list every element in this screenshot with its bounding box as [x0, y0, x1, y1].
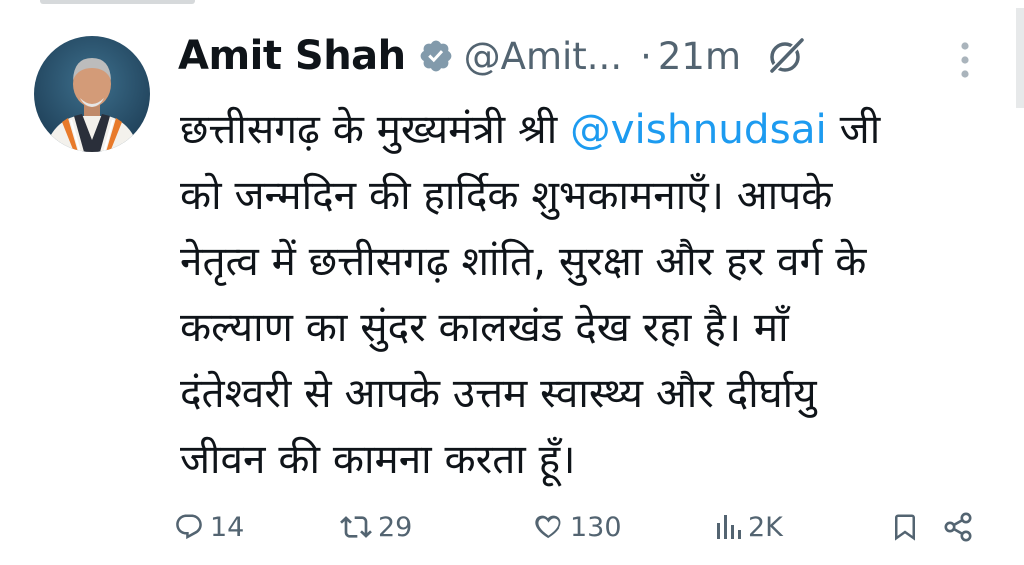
- author-handle[interactable]: @Amit...: [464, 35, 622, 78]
- more-vertical-icon[interactable]: [958, 40, 972, 80]
- repost-icon: [340, 511, 372, 543]
- tweet-line-1: छत्तीसगढ़ के मुख्यमंत्री श्री @vishnudsa…: [180, 96, 1000, 162]
- repost-button[interactable]: 29: [340, 505, 412, 549]
- bookmark-button[interactable]: [890, 505, 920, 549]
- grok-icon[interactable]: [765, 35, 807, 77]
- tweet-time[interactable]: 21m: [658, 35, 741, 78]
- tweet-line-4: कल्याण का सुंदर कालखंड देख रहा है। माँ: [180, 303, 789, 351]
- views-count: 2K: [748, 511, 783, 543]
- tweet-text: छत्तीसगढ़ के मुख्यमंत्री श्री: [180, 105, 571, 153]
- tweet-body: छत्तीसगढ़ के मुख्यमंत्री श्री @vishnudsa…: [180, 96, 1000, 492]
- share-button[interactable]: [942, 505, 974, 549]
- repost-count: 29: [378, 511, 413, 543]
- like-count: 130: [570, 511, 622, 543]
- reply-button[interactable]: 14: [174, 505, 244, 549]
- verified-badge-icon: [418, 38, 454, 74]
- views-icon: [716, 513, 742, 541]
- tweet-line-6: जीवन की कामना करता हूँ।: [180, 435, 576, 483]
- top-edge-strip: [40, 0, 195, 4]
- views-button[interactable]: 2K: [716, 505, 783, 549]
- avatar-image: [34, 36, 150, 152]
- tweet-line-3: नेतृत्व में छत्तीसगढ़ शांति, सुरक्षा और …: [180, 237, 867, 285]
- tweet-actions: 14 29 130 2K: [174, 505, 994, 549]
- bookmark-icon: [890, 511, 920, 543]
- reply-icon: [174, 512, 204, 542]
- author-name[interactable]: Amit Shah: [178, 33, 406, 79]
- tweet-text: जी: [826, 105, 881, 153]
- mention-link[interactable]: @vishnudsai: [570, 105, 827, 153]
- right-edge-strip: [1016, 8, 1024, 108]
- tweet-line-2: को जन्मदिन की हार्दिक शुभकामनाएँ। आपके: [180, 171, 833, 219]
- tweet-line-5: दंतेश्वरी से आपके उत्तम स्वास्थ्य और दीर…: [180, 369, 817, 417]
- heart-icon: [532, 511, 564, 543]
- share-icon: [942, 511, 974, 543]
- tweet-header: Amit Shah @Amit... · 21m: [178, 28, 807, 84]
- header-separator: ·: [640, 34, 652, 78]
- avatar[interactable]: [34, 36, 150, 152]
- like-button[interactable]: 130: [532, 505, 622, 549]
- reply-count: 14: [210, 511, 245, 543]
